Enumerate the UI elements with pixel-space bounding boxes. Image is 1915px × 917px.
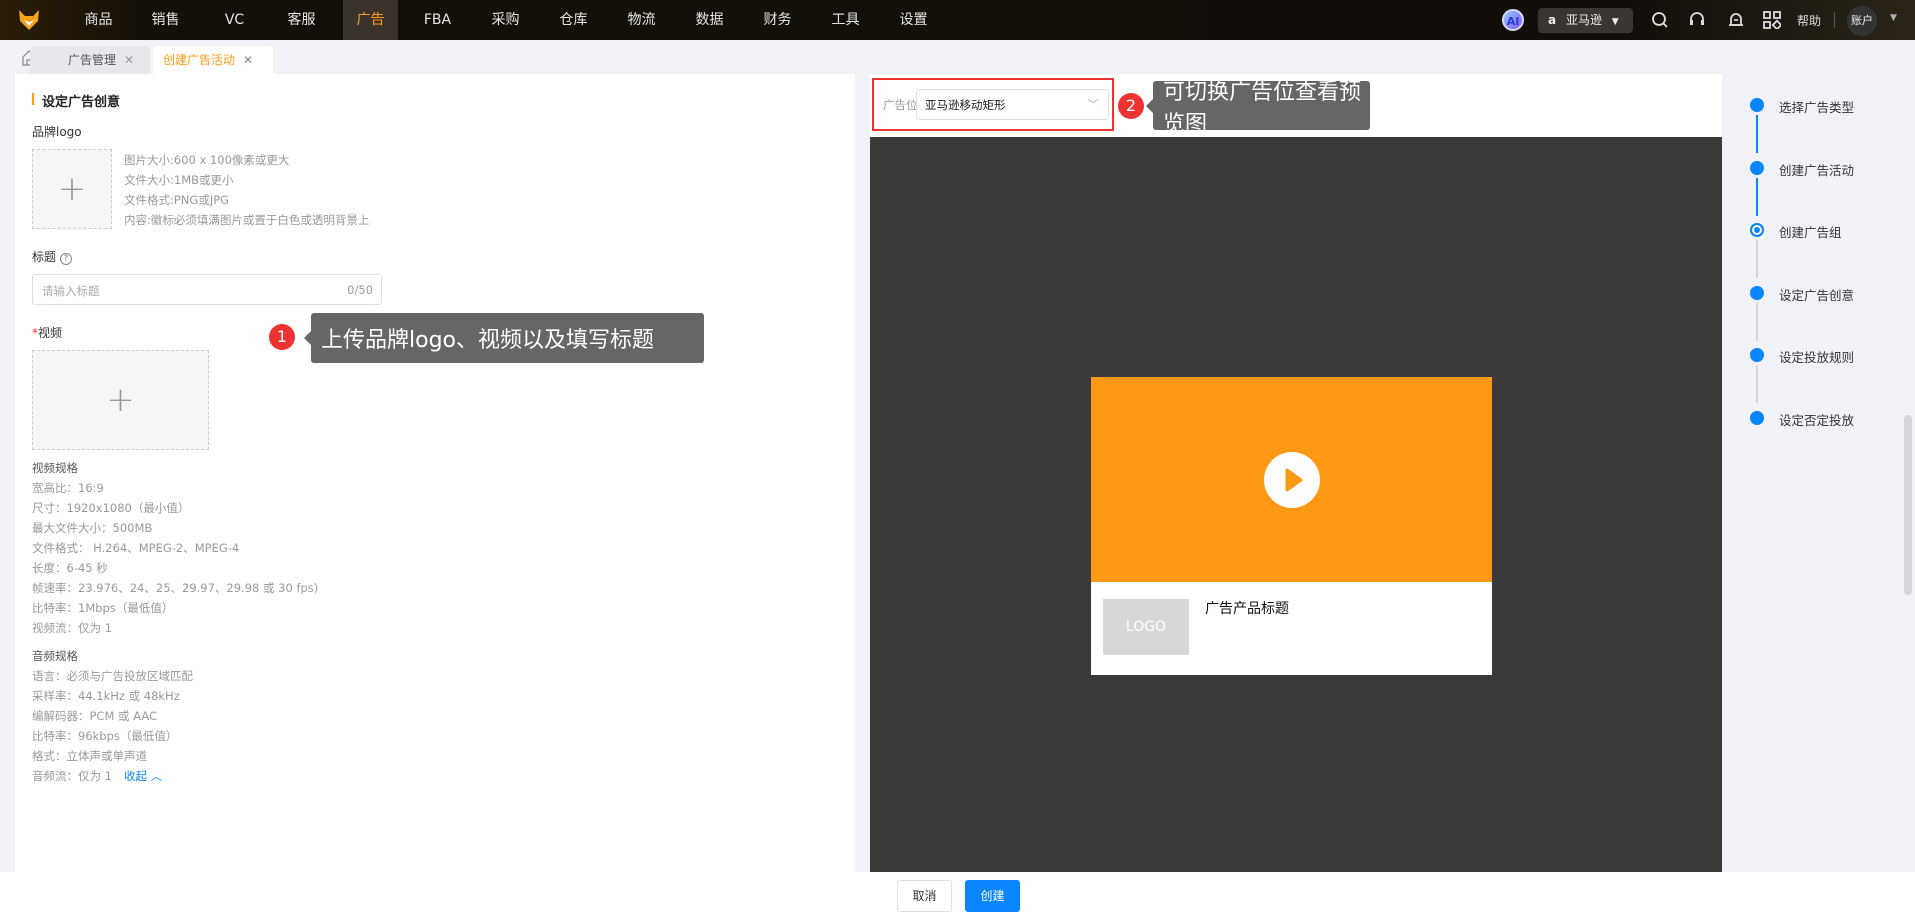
search-icon[interactable]	[1651, 11, 1669, 33]
step-item[interactable]: 创建广告活动	[1779, 160, 1854, 179]
video-spec-line: 比特率：1Mbps（最低值）	[32, 601, 174, 615]
tab-create-campaign[interactable]: 创建广告活动 ✕	[153, 46, 273, 74]
ad-product-title: 广告产品标题	[1205, 601, 1289, 617]
video-spec-line: 帧速率：23.976、24、25、29.97、29.98 或 30 fps)	[32, 581, 319, 595]
step-item[interactable]: 设定投放规则	[1779, 347, 1854, 366]
placement-label: 广告位	[883, 98, 918, 112]
help-link[interactable]: 帮助	[1797, 12, 1821, 29]
step-todo-dot-icon	[1750, 285, 1764, 300]
video-spec-line: 长度：6-45 秒	[32, 561, 108, 575]
chevron-down-icon: ﹀	[1088, 100, 1098, 111]
nav-item[interactable]: FBA	[410, 0, 465, 40]
video-spec-line: 文件格式： H.264、MPEG-2、MPEG-4	[32, 541, 240, 555]
step-item[interactable]: 设定广告创意	[1779, 285, 1854, 304]
step-done-dot-icon	[1750, 160, 1764, 175]
callout-badge-2: 2	[1118, 93, 1144, 119]
nav-item[interactable]: VC	[207, 0, 262, 40]
title-char-count: 0/50	[347, 283, 373, 297]
cancel-button[interactable]: 取消	[897, 880, 952, 912]
chevron-up-icon: ︿	[150, 769, 163, 783]
step-connector	[1756, 302, 1758, 341]
logo-upload-button[interactable]: +	[32, 149, 112, 229]
video-spec-line: 宽高比：16:9	[32, 481, 104, 495]
brand-logo-label: 品牌logo	[32, 125, 82, 139]
video-spec-line: 最大文件大小：500MB	[32, 521, 153, 535]
nav-item[interactable]: 物流	[614, 0, 669, 40]
audio-spec-line: 编解码器：PCM 或 AAC	[32, 709, 158, 723]
logo-spec-line: 内容:徽标必须填满图片或置于白色或透明背景上	[124, 213, 370, 227]
video-label: *视频	[32, 326, 63, 340]
scrollbar[interactable]	[1904, 415, 1912, 595]
callout-placement: 可切换广告位查看预览图	[1146, 80, 1370, 137]
step-connector	[1756, 115, 1758, 153]
audio-spec-line: 音频流：仅为 1	[32, 769, 112, 783]
logo-spec-line: 文件格式:PNG或JPG	[124, 193, 230, 207]
close-icon[interactable]: ✕	[124, 53, 134, 67]
footer-bar	[0, 872, 1915, 917]
amazon-icon: a	[1548, 13, 1557, 27]
video-spec-title: 视频规格	[32, 461, 78, 475]
nav-item[interactable]: 数据	[682, 0, 737, 40]
step-todo-dot-icon	[1750, 348, 1764, 363]
callout-badge-1: 1	[269, 324, 295, 350]
caret-down-icon: ▼	[1611, 17, 1619, 27]
nav-item[interactable]: 工具	[818, 0, 873, 40]
plus-icon: +	[106, 380, 135, 420]
logo-spec-line: 文件大小:1MB或更小	[124, 173, 234, 187]
nav-item[interactable]: 仓库	[546, 0, 601, 40]
ai-icon[interactable]: AI	[1502, 9, 1524, 31]
tab-bar: 广告管理 ✕ 创建广告活动 ✕	[0, 40, 1915, 74]
nav-item[interactable]: 设置	[886, 0, 941, 40]
video-spec-line: 视频流：仅为 1	[32, 621, 112, 635]
nav-item[interactable]: 广告	[343, 0, 398, 40]
audio-spec-line: 比特率：96kbps（最低值）	[32, 729, 178, 743]
create-button[interactable]: 创建	[965, 880, 1020, 912]
account-caret-icon[interactable]: ▼	[1890, 13, 1897, 23]
store-selector[interactable]: a 亚马逊 ▼	[1538, 8, 1633, 33]
audio-spec-line: 采样率：44.1kHz 或 48kHz	[32, 689, 180, 703]
step-connector	[1756, 240, 1758, 279]
headset-icon[interactable]	[1688, 11, 1706, 33]
logo-spec-line: 图片大小:600 x 100像素或更大	[124, 153, 290, 167]
title-input-placeholder: 请输入标题	[42, 284, 100, 298]
divider	[1834, 12, 1835, 28]
nav-item[interactable]: 采购	[478, 0, 533, 40]
nav-item[interactable]: 客服	[274, 0, 329, 40]
nav-item[interactable]: 销售	[138, 0, 193, 40]
callout-upload: 上传品牌logo、视频以及填写标题	[304, 313, 704, 363]
audio-spec-title: 音频规格	[32, 649, 78, 663]
step-item[interactable]: 设定否定投放	[1779, 410, 1854, 429]
step-todo-dot-icon	[1750, 411, 1764, 425]
video-upload-button[interactable]: +	[32, 350, 209, 450]
account-avatar[interactable]: 账户	[1847, 6, 1877, 36]
step-item[interactable]: 选择广告类型	[1779, 97, 1854, 116]
step-connector	[1756, 177, 1758, 216]
help-circle-icon[interactable]: ?	[59, 253, 72, 265]
collapse-link[interactable]: 收起 ︿	[124, 768, 162, 784]
section-title: 设定广告创意	[42, 95, 121, 110]
step-current-dot-icon	[1750, 223, 1764, 238]
bell-icon[interactable]	[1727, 11, 1745, 33]
nav-item[interactable]: 商品	[71, 0, 126, 40]
audio-spec-line: 语言：必须与广告投放区域匹配	[32, 669, 193, 683]
section-accent-bar	[32, 93, 34, 105]
title-label: 标题 ?	[32, 248, 72, 265]
step-done-dot-icon	[1750, 98, 1764, 112]
close-icon[interactable]: ✕	[243, 53, 253, 67]
apps-grid-icon[interactable]	[1763, 11, 1783, 33]
tab-ad-management[interactable]: 广告管理 ✕	[30, 46, 150, 74]
fox-logo-icon[interactable]	[18, 9, 40, 31]
nav-item[interactable]: 财务	[750, 0, 805, 40]
step-item[interactable]: 创建广告组	[1779, 222, 1842, 241]
placement-select[interactable]: 亚马逊移动矩形 ﹀	[916, 89, 1109, 120]
video-spec-line: 尺寸：1920x1080（最小值）	[32, 501, 190, 515]
audio-spec-line: 格式：立体声或单声道	[32, 749, 147, 763]
step-connector	[1756, 365, 1758, 404]
ad-logo-placeholder: LOGO	[1103, 599, 1189, 655]
top-nav: 商品 销售 VC 客服 广告 FBA 采购 仓库 物流 数据 财务 工具 设置 AI a 亚马逊 ▼ 帮…	[0, 0, 1915, 40]
title-input[interactable]: 请输入标题 0/50	[32, 274, 382, 305]
plus-icon: +	[57, 169, 87, 209]
play-icon[interactable]	[1264, 452, 1320, 508]
